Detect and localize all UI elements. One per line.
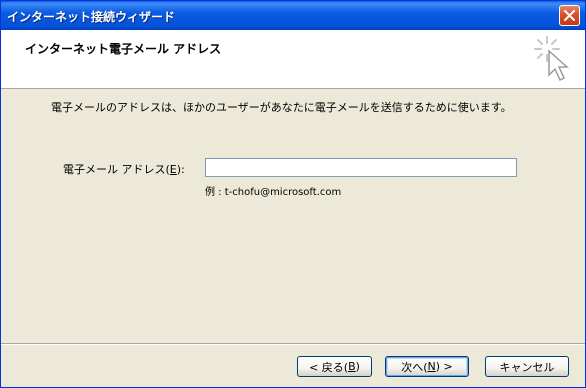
page-title: インターネット電子メール アドレス: [25, 42, 222, 56]
instruction-text: 電子メールのアドレスは、ほかのユーザーがあなたに電子メールを送信するために使いま…: [51, 101, 512, 114]
next-mnemonic: N: [427, 360, 436, 373]
next-button[interactable]: 次へ(N) >: [385, 356, 469, 377]
wizard-window: インターネット接続ウィザード インターネット電子メール アドレス 電子メールのア…: [0, 0, 586, 388]
back-mnemonic: B: [348, 360, 356, 373]
wizard-header: インターネット電子メール アドレス: [1, 30, 585, 89]
email-example-text: 例 : t-chofu@microsoft.com: [205, 187, 342, 198]
next-label-end: ) >: [435, 360, 453, 373]
title-bar[interactable]: インターネット接続ウィザード: [1, 1, 585, 30]
back-label: < 戻る(: [309, 360, 349, 374]
email-label-mnemonic: E: [169, 163, 177, 176]
close-button[interactable]: [559, 5, 580, 26]
wizard-wand-icon: [534, 36, 569, 82]
next-label: 次へ(: [401, 360, 428, 374]
email-address-input[interactable]: [205, 158, 517, 177]
close-icon: [564, 10, 575, 21]
email-address-label: 電子メール アドレス(E):: [63, 161, 185, 177]
cancel-button[interactable]: キャンセル: [485, 356, 569, 377]
email-label-text: 電子メール アドレス(: [63, 163, 170, 176]
email-label-end: ):: [176, 163, 185, 176]
back-button[interactable]: < 戻る(B): [297, 356, 372, 377]
footer-separator: [1, 343, 585, 345]
back-label-end: ): [355, 360, 360, 373]
window-title: インターネット接続ウィザード: [7, 10, 176, 24]
